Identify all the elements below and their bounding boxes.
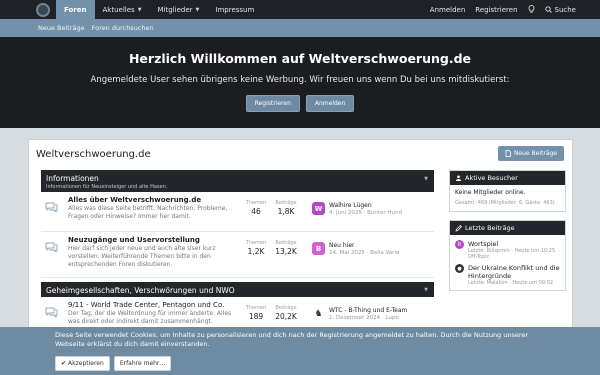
register-button[interactable]: Registrieren <box>245 95 300 112</box>
posts-count: 13,2K <box>275 247 297 256</box>
user-navigation: Anmelden Registrieren Suche <box>430 4 576 15</box>
avatar[interactable]: ● <box>455 264 464 273</box>
posts-count: 20,2K <box>275 312 297 321</box>
collapse-toggle-icon[interactable]: ▼ <box>424 176 428 182</box>
forum-chat-icon <box>45 202 65 216</box>
forum-node[interactable]: Neuzugänge und Uservorstellung Hier darf… <box>41 232 434 278</box>
search-icon <box>544 6 552 13</box>
last-post-user[interactable]: Bella Varla <box>370 250 399 256</box>
category-description: Informationen für Neueinsteiger und alte… <box>46 184 168 190</box>
last-post-user[interactable]: Lupo <box>385 315 398 321</box>
register-link[interactable]: Registrieren <box>475 6 517 14</box>
forum-title[interactable]: Alles über Weltverschwoerung.de <box>68 196 238 204</box>
top-navigation: Foren Aktuelles ▼ Mitglieder ▼ Impressum A… <box>0 0 600 19</box>
learn-more-button[interactable]: Erfahre mehr… <box>113 356 172 371</box>
chevron-down-icon[interactable]: ▼ <box>196 7 200 13</box>
forum-description: Alles was diese Seite betrifft. Nachrich… <box>68 205 228 220</box>
list-item[interactable]: R Wortspiel Letzte: Rülspmin · Heute um … <box>455 240 560 260</box>
new-posts-link[interactable]: Neue Beiträge <box>38 24 85 32</box>
forum-title[interactable]: 9/11 - World Trade Center, Pentagon und … <box>68 301 238 309</box>
last-post-title[interactable]: Neu hier <box>329 242 399 249</box>
post-forum[interactable]: Off-Topic <box>468 254 555 260</box>
category-title: Informationen <box>46 174 99 183</box>
posts-count: 1,8K <box>277 207 295 216</box>
forum-description: Hier darf sich jeder neue und auch alte … <box>68 245 216 268</box>
welcome-subtitle: Angemeldete User sehen übrigens keine We… <box>90 75 510 85</box>
forum-chat-icon <box>45 307 65 321</box>
last-post-user[interactable]: Bunter Hund <box>367 210 402 216</box>
latest-posts-widget: Letzte Beiträge R Wortspiel Letzte: Rüls… <box>449 220 566 291</box>
chevron-down-icon[interactable]: ▼ <box>138 7 142 13</box>
forum-chat-icon <box>45 242 65 256</box>
last-post-date[interactable]: 4. Juni 2025 <box>329 210 362 216</box>
avatar[interactable]: R <box>455 240 464 249</box>
collapse-toggle-icon[interactable]: ▼ <box>424 287 428 293</box>
last-post-title[interactable]: Walhire Lügen <box>329 202 402 209</box>
tab-members[interactable]: Mitglieder ▼ <box>150 0 208 19</box>
post-title[interactable]: Der Ukraine Konflikt und die Hintergründ… <box>468 264 560 280</box>
welcome-banner: Herzlich Willkommen auf Weltverschwoerun… <box>0 37 600 128</box>
tab-news[interactable]: Aktuelles ▼ <box>95 0 150 19</box>
posts-label: Beiträge <box>275 240 297 246</box>
new-posts-button[interactable]: Neue Beiträge <box>497 146 564 161</box>
visitor-totals: Gesamt: 469 (Mitglieder: 6, Gäste: 463) <box>455 200 555 206</box>
page-title: Weltverschwoerung.de <box>36 149 151 160</box>
tab-forums[interactable]: Foren <box>56 0 95 19</box>
widget-title: Letzte Beiträge <box>465 224 515 232</box>
forum-title[interactable]: Neuzugänge und Uservorstellung <box>68 236 238 244</box>
login-button[interactable]: Anmelden <box>305 95 355 112</box>
threads-label: Themen <box>245 305 267 311</box>
avatar[interactable]: ♞ <box>312 307 325 320</box>
logo-icon <box>36 2 50 17</box>
forum-node[interactable]: Alles über Weltverschwoerung.de Alles wa… <box>41 192 434 232</box>
lightbulb-icon[interactable] <box>528 4 535 15</box>
last-post-date[interactable]: 24. Mai 2025 <box>329 250 365 256</box>
login-link[interactable]: Anmelden <box>430 6 465 14</box>
category-header[interactable]: Geheimgesellschaften, Verschwörungen und… <box>41 282 434 297</box>
tab-imprint[interactable]: Impressum <box>207 0 262 19</box>
online-status-text: Keine Mitglieder online. <box>455 189 526 196</box>
forum-description: Der Tag, der die Weltordnung für immer ä… <box>68 310 232 325</box>
post-title[interactable]: Wortspiel <box>468 240 555 248</box>
category-header[interactable]: Informationen Informationen für Neueinst… <box>41 170 434 192</box>
threads-count: 46 <box>251 207 261 216</box>
avatar[interactable]: B <box>312 242 325 255</box>
welcome-title: Herzlich Willkommen auf Weltverschwoerun… <box>128 51 472 66</box>
sidebar: Aktive Besucher Keine Mitglieder online.… <box>449 170 566 299</box>
widget-title: Aktive Besucher <box>465 174 518 182</box>
sub-navigation: Neue Beiträge Foren durchsuchen <box>0 19 600 37</box>
category-title: Geheimgesellschaften, Verschwörungen und… <box>46 286 235 295</box>
threads-label: Themen <box>245 200 267 206</box>
accept-cookies-button[interactable]: ✔ Akzeptieren <box>55 356 110 371</box>
new-posts-icon <box>505 150 511 157</box>
cookie-notice: Diese Seite verwendet Cookies, um Inhalt… <box>0 327 600 375</box>
check-icon: ✔ <box>61 360 67 367</box>
users-icon <box>456 175 461 181</box>
last-post-date[interactable]: 1. Dezember 2024 <box>329 315 380 321</box>
active-visitors-widget: Aktive Besucher Keine Mitglieder online.… <box>449 170 566 212</box>
posts-label: Beiträge <box>275 305 297 311</box>
pencil-icon <box>455 224 462 232</box>
posts-label: Beiträge <box>275 200 297 206</box>
site-logo[interactable] <box>30 0 56 19</box>
search-button[interactable]: Suche <box>544 6 576 14</box>
list-item[interactable]: ● Der Ukraine Konflikt und die Hintergrü… <box>455 264 560 286</box>
forum-list: Informationen Informationen für Neueinst… <box>41 170 434 337</box>
search-forums-link[interactable]: Foren durchsuchen <box>92 24 154 32</box>
threads-count: 189 <box>248 312 264 321</box>
threads-label: Themen <box>245 240 267 246</box>
post-meta: Letzte: Malakim · Heute um 09:02 <box>468 280 554 286</box>
avatar[interactable]: W <box>312 202 325 215</box>
last-post-title[interactable]: WTC - B-Thing und E-Team <box>329 307 407 314</box>
threads-count: 1,2K <box>247 247 265 256</box>
cookie-text: Diese Seite verwendet Cookies, um Inhalt… <box>55 331 529 348</box>
